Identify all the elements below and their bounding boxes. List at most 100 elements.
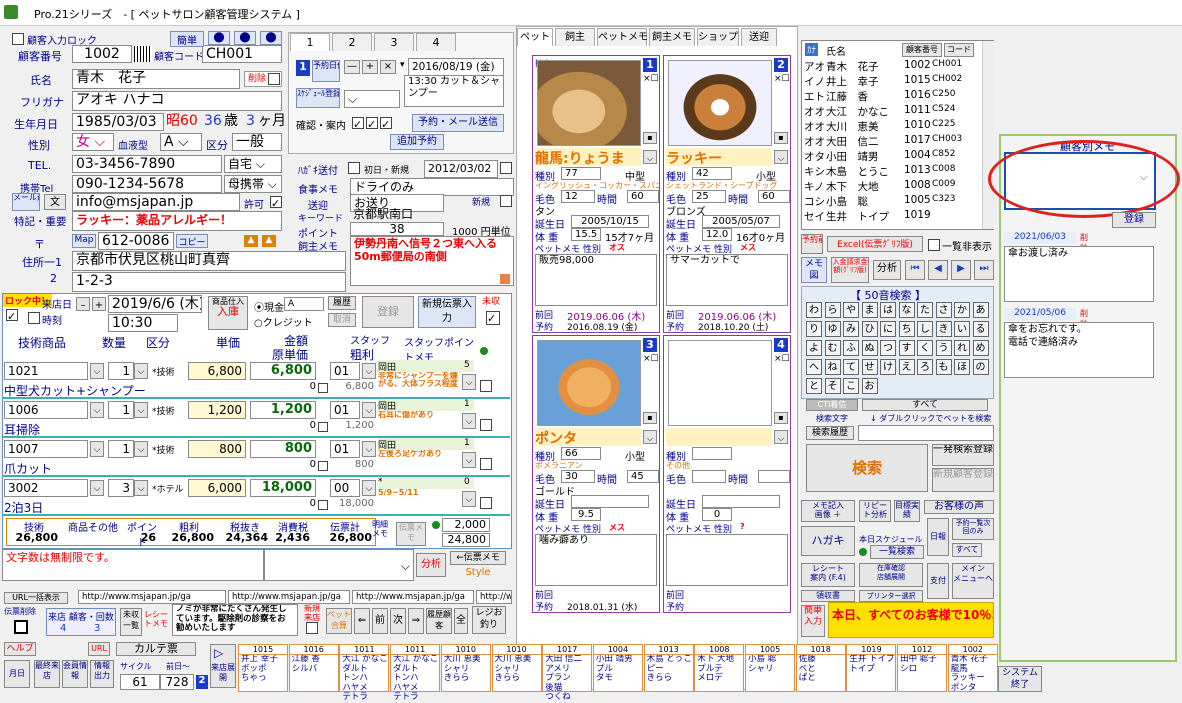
cash-radio[interactable]: ⦿現金 [254, 299, 284, 314]
photo-menu-button[interactable]: ▪ [774, 412, 788, 424]
item-code[interactable]: 1006 [4, 401, 88, 419]
last-record-icon[interactable]: ⏭ [974, 260, 994, 280]
appointment-cell[interactable]: 1010 大川 恵美 シャリ きらら [440, 644, 491, 692]
sales-lock-checkbox[interactable]: ✓ [6, 309, 18, 323]
staff-no[interactable]: 01 [330, 401, 360, 419]
staff-note[interactable]: 右耳に傷があり [378, 411, 460, 433]
payment-button[interactable]: 支付 [927, 563, 949, 599]
time-select[interactable]: 45 [627, 470, 659, 483]
easy-button[interactable]: 簡単 [170, 31, 204, 47]
hagaki-checkbox[interactable] [348, 162, 360, 174]
voice-button[interactable]: お客様の声 [924, 500, 994, 514]
staff-note[interactable]: 非常にシャンプーを嫌がる、大体フラス程度 [378, 372, 460, 394]
address1-field[interactable]: 京都市伏見区桃山町真齊 [72, 251, 346, 271]
pet-clear-icon[interactable]: ×☐ [643, 354, 659, 364]
sales-register-button[interactable]: 登録 [362, 296, 414, 328]
item-qty[interactable]: 1 [108, 362, 134, 380]
appointment-cell[interactable]: 1018 佐藤 べと ぱと [795, 644, 846, 692]
kana-button[interactable]: さ [935, 302, 952, 318]
tab-pickup[interactable]: 送迎 [741, 28, 777, 46]
kana-button[interactable]: ね [824, 359, 841, 375]
customer-list-row[interactable]: コシ 小島 聡 1005 C323 [804, 194, 980, 209]
pet-name-field[interactable]: ラッキー [666, 148, 772, 166]
kana-button[interactable]: ぬ [861, 340, 878, 356]
credit-radio[interactable]: ○クレジット [254, 314, 313, 329]
mobile-type-select[interactable]: 母携帯 ⌵ [224, 175, 282, 193]
excel-button[interactable]: Excel(伝票ｸﾞﾘﾌ版) [827, 236, 923, 252]
karte-button[interactable]: カルテ票 [116, 642, 196, 656]
copy-button[interactable]: コピー [176, 234, 208, 248]
change-field[interactable]: 24,800 [442, 533, 490, 547]
tab-shop[interactable]: ショップ [697, 28, 739, 46]
history-customer-button[interactable]: 履歴顧客 [426, 608, 452, 634]
tab-reserve-1[interactable]: 1 [290, 33, 330, 51]
reserve-plus-button[interactable]: + [362, 60, 378, 74]
kana-button[interactable]: せ [861, 359, 878, 375]
item-dropdown[interactable]: ⌵ [90, 441, 104, 457]
pet-name-button[interactable]: ⌵ [774, 150, 788, 164]
appointment-cell[interactable]: 1017 大田 信二 アメリ プラン 後猫 つくね [542, 644, 593, 702]
item-qty[interactable]: 1 [108, 440, 134, 458]
visit-time-field[interactable]: 10:30 [108, 314, 178, 332]
row-checkbox[interactable] [480, 419, 492, 431]
row-checkbox[interactable] [480, 380, 492, 392]
pay-type-select[interactable]: A [284, 297, 324, 311]
main-menu-button[interactable]: メイン メニューへ [952, 563, 994, 599]
warning-icon[interactable]: ▲ [244, 235, 258, 247]
tel-field[interactable]: 03-3456-7890 [72, 155, 222, 173]
qty-dropdown[interactable]: ⌵ [134, 480, 148, 496]
kana-button[interactable]: と [806, 378, 822, 394]
tab-owner-memo[interactable]: 飼主メモ [649, 28, 695, 46]
kind-select[interactable]: 66 [561, 447, 601, 460]
member-info-button[interactable]: 会員情報 [62, 660, 88, 688]
pet-sex-value[interactable]: オス [609, 242, 625, 253]
staff-no[interactable]: 00 [330, 479, 360, 497]
kana-button[interactable]: ち [898, 321, 915, 337]
time-select[interactable]: 60 [627, 190, 659, 203]
kana-button[interactable]: か [954, 302, 970, 318]
tab-pet[interactable]: ペット [517, 28, 553, 46]
appointment-cell[interactable]: 1005 小島 聡 シャリ [745, 644, 795, 692]
url-field-1[interactable]: http://www.msjapan.jp/ga [78, 590, 226, 604]
list-header-kana[interactable]: ｶﾅ [805, 43, 819, 56]
appointment-cell[interactable]: 1016 江藤 香 シルバ [288, 644, 339, 692]
category-select[interactable]: 一般 [232, 133, 282, 151]
visit-next-button[interactable]: + [92, 297, 106, 311]
confirm1-checkbox[interactable]: ✓ [352, 117, 364, 131]
pet-card[interactable]: 拡大1×☐▪龍馬:りょうま⌵種別77中型イングリッシュ・コッカー・スパニエル毛色… [532, 55, 660, 333]
list-display-checkbox[interactable] [928, 239, 940, 251]
reserve-date-field[interactable]: 2016/08/19 (金) [408, 58, 504, 76]
reserve-minus-button[interactable]: — [344, 60, 360, 74]
kana-button[interactable]: お [861, 378, 878, 394]
staff-dropdown[interactable]: ⌵ [362, 441, 376, 457]
cti-button[interactable]: CTI着信 [806, 399, 858, 411]
prev-record-icon[interactable]: ◀ [928, 260, 948, 280]
birth-field[interactable] [702, 495, 780, 508]
customer-list-row[interactable]: イノ 井上 幸子 1015 CH002 [804, 74, 980, 89]
style-label[interactable]: Style [450, 567, 506, 581]
color-select[interactable]: 12 [561, 190, 595, 203]
kana-button[interactable]: み [843, 321, 859, 337]
memo-figure-button[interactable]: メモ図 [801, 257, 827, 283]
item-price[interactable]: 800 [188, 440, 246, 458]
address2-field[interactable]: 1-2-3 [72, 272, 346, 292]
note-dropdown[interactable]: ⌵ [462, 452, 476, 468]
item-code[interactable]: 3002 [4, 479, 88, 497]
nav-first-button[interactable]: ⇐ [354, 608, 370, 634]
appointment-cell[interactable]: 1015 井上 幸子 ボッポ ちゃっ [238, 644, 288, 692]
keyword-field[interactable]: 京都駅南口 [350, 208, 514, 222]
pet-card[interactable]: 4 ×☐ ▪ ⌵ 種別 その他 毛色 時間 誕生日体 重 0 ペットメモ 性別? 前回 予約 [663, 335, 791, 613]
unsent-checkbox[interactable]: ✓ [486, 311, 500, 325]
mobile-field[interactable]: 090-1234-5678 [72, 175, 222, 193]
kana-button[interactable]: ふ [843, 340, 859, 356]
customer-list-row[interactable]: オタ 小田 靖男 1004 C852 [804, 149, 980, 164]
analysis-button[interactable]: 分析 [873, 260, 901, 280]
kana-button[interactable]: し [917, 321, 933, 337]
item-dropdown[interactable]: ⌵ [90, 363, 104, 379]
kind-select[interactable]: 42 [692, 167, 732, 180]
visit-prev-button[interactable]: – [76, 297, 90, 311]
kana-button[interactable]: あ [972, 302, 989, 318]
item-dropdown[interactable]: ⌵ [90, 402, 104, 418]
cost-checkbox[interactable] [318, 383, 328, 393]
nav-next-button[interactable]: 次 [390, 608, 406, 634]
